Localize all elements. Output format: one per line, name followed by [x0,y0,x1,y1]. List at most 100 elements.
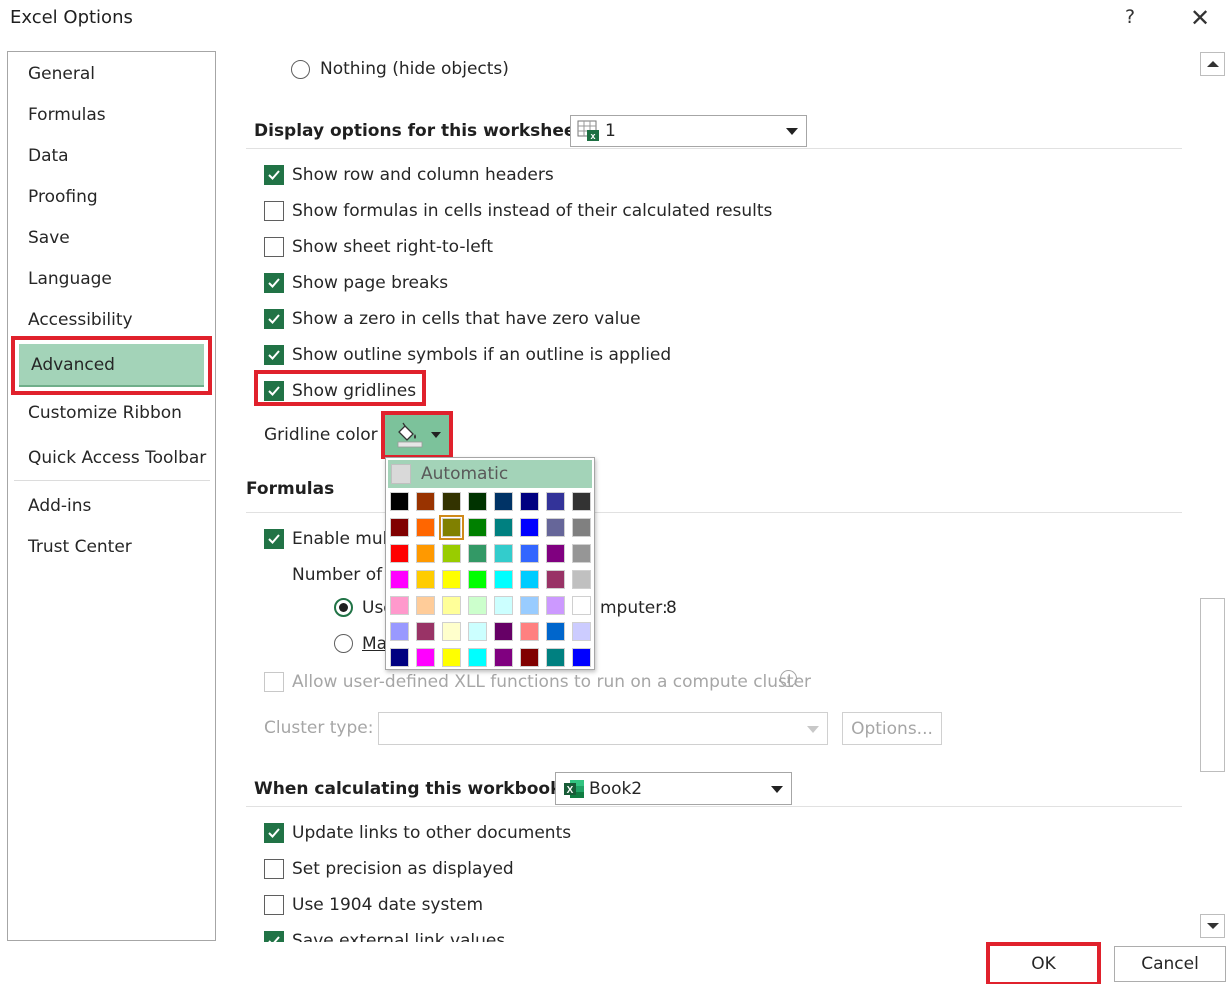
nav-item-accessibility[interactable]: Accessibility [28,310,133,330]
worksheet-select[interactable]: x 1 [570,115,807,147]
show-right-to-left-checkbox[interactable] [264,237,284,257]
color-swatch[interactable] [494,622,513,641]
color-swatch[interactable] [442,622,461,641]
color-swatch[interactable] [442,544,461,563]
color-swatch[interactable] [572,622,591,641]
color-swatch[interactable] [520,544,539,563]
color-swatch[interactable] [468,622,487,641]
color-swatch[interactable] [572,544,591,563]
color-swatch[interactable] [546,492,565,511]
color-swatch[interactable] [468,596,487,615]
cancel-button[interactable]: Cancel [1114,946,1226,982]
color-swatch[interactable] [442,596,461,615]
color-swatch[interactable] [416,596,435,615]
color-swatch[interactable] [494,544,513,563]
nav-item-quick-access-toolbar[interactable]: Quick Access Toolbar [28,448,206,468]
color-swatch[interactable] [494,596,513,615]
manual-threads-radio[interactable] [334,634,353,653]
color-swatch[interactable] [416,570,435,589]
color-swatch[interactable] [494,648,513,667]
vertical-scrollbar[interactable] [1200,52,1225,942]
color-swatch[interactable] [442,570,461,589]
color-swatch[interactable] [439,515,464,540]
color-swatch[interactable] [390,570,409,589]
color-swatch[interactable] [546,544,565,563]
nothing-hide-objects-radio[interactable] [291,60,310,79]
ok-button[interactable]: OK [990,946,1097,982]
color-swatch[interactable] [416,492,435,511]
cluster-type-select[interactable] [378,712,828,745]
color-swatch[interactable] [416,544,435,563]
show-gridlines-checkbox[interactable] [264,381,284,401]
color-swatch[interactable] [546,570,565,589]
workbook-select[interactable]: X Book2 [555,772,792,805]
set-precision-checkbox[interactable] [264,859,284,879]
color-swatch[interactable] [468,544,487,563]
color-swatch[interactable] [468,648,487,667]
color-swatch[interactable] [572,492,591,511]
allow-xll-checkbox[interactable] [264,672,284,692]
show-formulas-checkbox[interactable] [264,201,284,221]
nav-item-customize-ribbon[interactable]: Customize Ribbon [28,403,182,423]
color-swatch[interactable] [572,570,591,589]
help-button[interactable]: ? [1125,6,1135,28]
scroll-up-button[interactable] [1200,52,1225,76]
save-external-links-checkbox[interactable] [264,931,284,942]
update-links-checkbox[interactable] [264,823,284,843]
color-swatch[interactable] [390,648,409,667]
use-all-processors-radio[interactable] [334,598,353,617]
color-swatch[interactable] [546,518,565,537]
color-swatch[interactable] [520,622,539,641]
color-swatch[interactable] [494,492,513,511]
show-outline-symbols-checkbox[interactable] [264,345,284,365]
color-swatch[interactable] [520,518,539,537]
nav-item-trust-center[interactable]: Trust Center [28,537,132,557]
nav-item-save[interactable]: Save [28,228,70,248]
color-swatch[interactable] [442,648,461,667]
scroll-thumb[interactable] [1200,598,1225,772]
color-swatch[interactable] [494,570,513,589]
nav-item-proofing[interactable]: Proofing [28,187,98,207]
color-swatch[interactable] [442,492,461,511]
cluster-options-button[interactable]: Options... [842,712,942,745]
automatic-color-option[interactable]: Automatic [388,460,592,488]
nav-item-formulas[interactable]: Formulas [28,105,106,125]
date-1904-checkbox[interactable] [264,895,284,915]
color-swatch[interactable] [468,570,487,589]
nav-item-advanced-highlight[interactable]: Advanced [11,336,212,395]
color-swatch[interactable] [572,518,591,537]
color-swatch[interactable] [390,622,409,641]
color-swatch[interactable] [520,648,539,667]
color-swatch[interactable] [390,518,409,537]
nav-item-add-ins[interactable]: Add-ins [28,496,91,516]
info-icon[interactable]: i [780,670,797,687]
color-swatch[interactable] [520,596,539,615]
close-button[interactable]: ✕ [1190,4,1210,32]
show-zero-checkbox[interactable] [264,309,284,329]
color-swatch[interactable] [468,492,487,511]
color-swatch[interactable] [468,518,487,537]
color-swatch[interactable] [546,648,565,667]
color-swatch[interactable] [390,544,409,563]
color-swatch[interactable] [416,648,435,667]
color-swatch[interactable] [390,596,409,615]
color-swatch[interactable] [520,492,539,511]
color-swatch[interactable] [390,492,409,511]
nav-item-advanced[interactable]: Advanced [31,355,115,375]
show-page-breaks-checkbox[interactable] [264,273,284,293]
color-swatch[interactable] [572,596,591,615]
nav-item-general[interactable]: General [28,64,95,84]
scroll-down-button[interactable] [1200,914,1225,938]
color-swatch[interactable] [546,596,565,615]
show-row-col-headers-checkbox[interactable] [264,165,284,185]
color-swatch[interactable] [416,518,435,537]
color-swatch[interactable] [494,518,513,537]
enable-multithreaded-checkbox[interactable] [264,529,284,549]
color-swatch[interactable] [416,622,435,641]
gridline-color-button[interactable] [385,415,449,455]
color-swatch[interactable] [572,648,591,667]
nav-item-language[interactable]: Language [28,269,112,289]
color-swatch[interactable] [520,570,539,589]
nav-item-data[interactable]: Data [28,146,69,166]
color-swatch[interactable] [546,622,565,641]
